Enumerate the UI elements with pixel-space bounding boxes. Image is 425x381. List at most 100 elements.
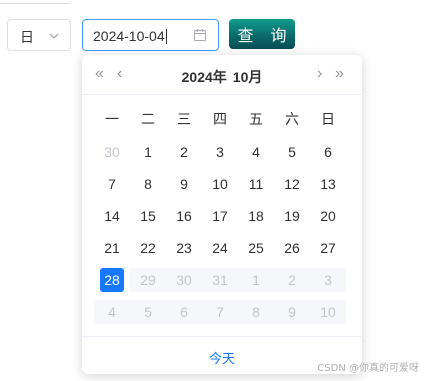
day-number: 8: [144, 176, 152, 192]
weekday-header: 一二三四五六日: [94, 109, 350, 129]
day-number: 18: [248, 208, 264, 224]
day-cell[interactable]: 23: [166, 232, 202, 264]
day-cell[interactable]: 27: [310, 232, 346, 264]
day-number: 31: [212, 272, 228, 288]
day-cell[interactable]: 26: [274, 232, 310, 264]
day-cell: 9: [274, 300, 310, 324]
day-cell[interactable]: 9: [166, 168, 202, 200]
day-cell-selected[interactable]: 28: [94, 264, 130, 296]
day-cell[interactable]: 10: [202, 168, 238, 200]
query-button[interactable]: 查 询: [229, 19, 295, 49]
day-cell[interactable]: 14: [94, 200, 130, 232]
day-cell[interactable]: 22: [130, 232, 166, 264]
day-cell[interactable]: 20: [310, 200, 346, 232]
day-cell[interactable]: 8: [130, 168, 166, 200]
day-cell: 8: [238, 300, 274, 324]
day-cell[interactable]: 16: [166, 200, 202, 232]
day-number: 8: [252, 304, 260, 320]
day-number: 15: [140, 208, 156, 224]
day-cell: 4: [94, 300, 130, 324]
today-button[interactable]: 今天: [209, 348, 235, 367]
day-number: 12: [284, 176, 300, 192]
day-number: 5: [288, 144, 296, 160]
day-number: 28: [100, 268, 124, 292]
chevron-right-icon[interactable]: ›: [317, 66, 322, 82]
weekday-label: 一: [105, 112, 119, 128]
day-number: 10: [320, 304, 336, 320]
weekday-label: 日: [321, 112, 335, 128]
day-number: 10: [212, 176, 228, 192]
day-cell[interactable]: 18: [238, 200, 274, 232]
day-number: 9: [288, 304, 296, 320]
day-cell: 30: [166, 268, 202, 292]
day-cell: 2: [274, 268, 310, 292]
day-cell: 10: [310, 300, 346, 324]
weekday-label: 六: [285, 112, 299, 128]
day-cell[interactable]: 11: [238, 168, 274, 200]
day-cell[interactable]: 25: [238, 232, 274, 264]
day-number: 30: [104, 144, 120, 160]
calendar-icon[interactable]: [193, 28, 207, 47]
day-cell: 7: [202, 300, 238, 324]
day-number: 1: [144, 144, 152, 160]
day-cell[interactable]: 6: [310, 136, 346, 168]
day-number: 7: [108, 176, 116, 192]
day-cell[interactable]: 1: [130, 136, 166, 168]
day-cell: 29: [130, 268, 166, 292]
day-cell: 3: [310, 268, 346, 292]
day-number: 1: [252, 272, 260, 288]
day-number: 3: [216, 144, 224, 160]
day-cell[interactable]: 24: [202, 232, 238, 264]
day-number: 4: [108, 304, 116, 320]
picker-header: « ‹ 2024年 10月 › »: [82, 55, 362, 95]
weekday-label: 四: [213, 112, 227, 128]
weekday-label: 二: [141, 112, 155, 128]
day-number: 2: [288, 272, 296, 288]
day-grid: 30 1 2 3 4 5 6 7 8 9 10 11 12 13 14 15 16 17 18 19 20 21 22 23 2…: [94, 136, 350, 328]
date-input-value: 2024-10-04: [93, 28, 167, 44]
day-number: 6: [180, 304, 188, 320]
day-number: 20: [320, 208, 336, 224]
chevron-down-icon: [48, 29, 60, 47]
day-cell[interactable]: 4: [238, 136, 274, 168]
day-cell[interactable]: 7: [94, 168, 130, 200]
double-chevron-right-icon[interactable]: »: [335, 66, 344, 82]
day-number: 25: [248, 240, 264, 256]
picker-year[interactable]: 2024年: [182, 69, 227, 85]
day-number: 7: [216, 304, 224, 320]
day-number: 5: [144, 304, 152, 320]
day-number: 27: [320, 240, 336, 256]
day-cell[interactable]: 17: [202, 200, 238, 232]
day-number: 9: [180, 176, 188, 192]
day-number: 22: [140, 240, 156, 256]
day-cell[interactable]: 15: [130, 200, 166, 232]
period-select[interactable]: 日: [7, 19, 71, 51]
day-number: 2: [180, 144, 188, 160]
day-cell[interactable]: 12: [274, 168, 310, 200]
day-number: 13: [320, 176, 336, 192]
day-cell[interactable]: 3: [202, 136, 238, 168]
day-cell: 1: [238, 268, 274, 292]
period-select-value: 日: [20, 29, 34, 45]
day-cell[interactable]: 2: [166, 136, 202, 168]
day-number: 3: [324, 272, 332, 288]
day-number: 30: [176, 272, 192, 288]
day-cell: 5: [130, 300, 166, 324]
day-number: 14: [104, 208, 120, 224]
text-caret: [165, 29, 167, 44]
weekday-label: 三: [177, 112, 191, 128]
day-cell[interactable]: 13: [310, 168, 346, 200]
day-number: 21: [104, 240, 120, 256]
day-cell: 31: [202, 268, 238, 292]
picker-month[interactable]: 10月: [233, 69, 263, 85]
day-cell[interactable]: 19: [274, 200, 310, 232]
day-number: 16: [176, 208, 192, 224]
day-number: 23: [176, 240, 192, 256]
date-input[interactable]: 2024-10-04: [82, 19, 219, 51]
day-cell[interactable]: 21: [94, 232, 130, 264]
day-cell[interactable]: 5: [274, 136, 310, 168]
day-number: 24: [212, 240, 228, 256]
day-number: 29: [140, 272, 156, 288]
day-number: 19: [284, 208, 300, 224]
day-cell[interactable]: 30: [94, 136, 130, 168]
